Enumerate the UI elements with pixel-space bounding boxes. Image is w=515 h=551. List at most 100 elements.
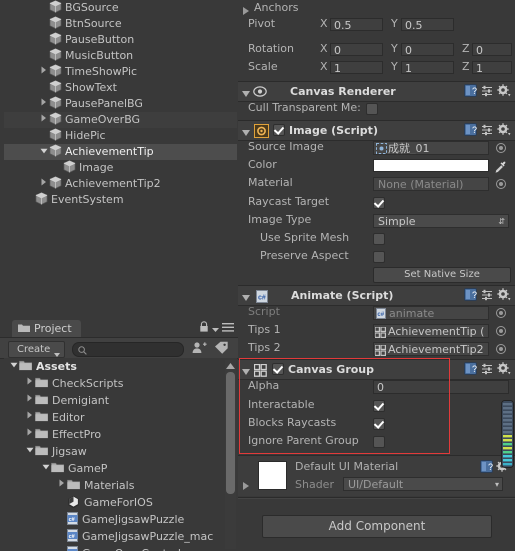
project-item-checkscripts[interactable]: CheckScripts — [4, 375, 237, 392]
preserve-aspect-checkbox[interactable] — [373, 251, 385, 263]
inspector-scrollbar-thumb[interactable] — [501, 400, 514, 468]
chevron-right-icon[interactable] — [24, 392, 35, 408]
cull-transparent-checkbox[interactable] — [366, 103, 378, 115]
gear-icon[interactable] — [497, 123, 511, 139]
menu-icon[interactable] — [222, 322, 234, 335]
project-scrollbar-thumb[interactable] — [226, 372, 235, 494]
help-icon[interactable]: ? — [480, 460, 493, 476]
preset-icon[interactable] — [481, 363, 493, 378]
project-item-jigsaw[interactable]: Jigsaw — [4, 443, 237, 460]
pivot-row[interactable]: Pivot X 0.5 Y 0.5 — [238, 17, 515, 34]
color-swatch[interactable] — [373, 159, 489, 172]
chevron-right-icon[interactable] — [24, 409, 35, 425]
script-picker[interactable] — [496, 308, 506, 318]
blocks-raycasts-checkbox[interactable] — [373, 418, 385, 430]
use-sprite-mesh-row[interactable]: Use Sprite Mesh — [238, 231, 515, 248]
rotation-z-field[interactable]: 0 — [472, 43, 512, 57]
material-row[interactable]: Material None (Material) — [238, 176, 515, 194]
chevron-down-icon[interactable] — [242, 126, 250, 139]
chevron-down-icon[interactable] — [24, 443, 35, 459]
project-item-effectpro[interactable]: EffectPro — [4, 426, 237, 443]
chevron-down-icon[interactable] — [242, 365, 250, 378]
preserve-aspect-row[interactable]: Preserve Aspect — [238, 249, 515, 266]
chevron-down-icon[interactable] — [242, 87, 250, 100]
chevron-down-icon[interactable] — [40, 460, 51, 476]
hierarchy-item-achievementtip2[interactable]: AchievementTip2 — [4, 176, 237, 192]
hierarchy-item-gameoverbg[interactable]: GameOverBG — [4, 112, 237, 128]
image-enabled-checkbox[interactable] — [273, 124, 285, 136]
raycast-target-checkbox[interactable] — [373, 197, 385, 209]
chevron-down-icon[interactable] — [212, 322, 219, 335]
chevron-right-icon[interactable] — [38, 64, 49, 80]
rotation-row[interactable]: Rotation X 0 Y 0 Z 0 — [238, 42, 515, 59]
hierarchy-item-pausepanelbg[interactable]: PausePanelBG — [4, 96, 237, 112]
alpha-field[interactable]: 0 — [373, 380, 509, 394]
raycast-target-row[interactable]: Raycast Target — [238, 195, 515, 212]
hierarchy-item-achievementtip[interactable]: AchievementTip — [4, 144, 237, 160]
tips2-row[interactable]: Tips 2 AchievementTip2 — [238, 341, 515, 359]
add-component-button[interactable]: Add Component — [262, 515, 492, 538]
gear-icon[interactable] — [497, 84, 511, 100]
source-image-field[interactable]: 成就_01 — [373, 141, 489, 155]
project-item-gameovercontrol[interactable]: c# GameOverControl — [4, 545, 237, 551]
chevron-right-icon[interactable] — [243, 480, 249, 493]
ignore-parent-group-checkbox[interactable] — [373, 436, 385, 448]
tips2-field[interactable]: AchievementTip2 — [373, 342, 489, 356]
hierarchy-item-pausebutton[interactable]: PauseButton — [4, 32, 237, 48]
project-item-assets[interactable]: Assets — [4, 358, 237, 375]
chevron-right-icon[interactable] — [24, 375, 35, 391]
hierarchy-item-bgsource[interactable]: BGSource — [4, 0, 237, 16]
asset-filter-icon[interactable] — [190, 339, 210, 357]
source-image-picker[interactable] — [496, 143, 506, 153]
cull-transparent-row[interactable]: Cull Transparent Me: — [238, 101, 515, 118]
preset-icon[interactable] — [481, 289, 493, 304]
tips1-field[interactable]: AchievementTip ( — [373, 324, 489, 338]
shader-dropdown[interactable]: UI/Default ▾ — [343, 477, 503, 491]
help-icon[interactable]: ? — [464, 362, 477, 378]
chevron-right-icon[interactable] — [38, 112, 49, 128]
image-type-row[interactable]: Image Type Simple ⇵ — [238, 213, 515, 230]
gear-icon[interactable] — [497, 288, 511, 304]
preset-icon[interactable] — [481, 85, 493, 100]
material-field[interactable]: None (Material) — [373, 177, 489, 191]
tab-project[interactable]: Project — [12, 320, 81, 337]
pivot-x-field[interactable]: 0.5 — [330, 18, 383, 32]
anchors-row[interactable]: Anchors — [238, 0, 515, 17]
gear-icon[interactable] — [497, 362, 511, 378]
component-header-image-script[interactable]: Image (Script) ? — [238, 120, 515, 141]
hierarchy-item-btnsource[interactable]: BtnSource — [4, 16, 237, 32]
lock-icon[interactable] — [199, 320, 209, 336]
scale-row[interactable]: Scale X 1 Y 1 Z 1 — [238, 60, 515, 77]
tips1-picker[interactable] — [496, 326, 506, 336]
chevron-down-icon[interactable] — [242, 291, 250, 304]
project-scrollbar[interactable] — [225, 360, 236, 549]
project-asset-list[interactable]: Assets CheckScripts Demigiant Editor EffectP… — [4, 358, 237, 551]
color-row[interactable]: Color — [238, 158, 515, 176]
interactable-checkbox[interactable] — [373, 400, 385, 412]
create-button[interactable]: Create — [8, 341, 66, 358]
chevron-down-icon[interactable] — [38, 144, 49, 160]
chevron-down-icon[interactable] — [8, 358, 19, 374]
set-native-size-button[interactable]: Set Native Size — [373, 267, 511, 283]
tips2-picker[interactable] — [496, 344, 506, 354]
hierarchy-item-eventsystem[interactable]: EventSystem — [4, 192, 237, 208]
pivot-y-field[interactable]: 0.5 — [401, 18, 454, 32]
hierarchy-item-showtext[interactable]: ShowText — [4, 80, 237, 96]
component-header-canvas-renderer[interactable]: Canvas Renderer ? — [238, 81, 515, 102]
project-search-input[interactable] — [72, 342, 184, 357]
alpha-row[interactable]: Alpha 0 — [238, 379, 515, 397]
chevron-right-icon[interactable] — [38, 176, 49, 192]
eyedropper-icon[interactable] — [493, 161, 507, 177]
use-sprite-mesh-checkbox[interactable] — [373, 233, 385, 245]
chevron-right-icon[interactable] — [56, 477, 67, 493]
interactable-row[interactable]: Interactable — [238, 398, 515, 415]
scale-y-field[interactable]: 1 — [401, 61, 454, 75]
hierarchy-item-image[interactable]: Image — [4, 160, 237, 176]
source-image-row[interactable]: Source Image 成就_01 — [238, 140, 515, 158]
project-item-gamep[interactable]: GameP — [4, 460, 237, 477]
chevron-right-icon[interactable] — [38, 96, 49, 112]
project-item-gamejigsawpuzzle[interactable]: c# GameJigsawPuzzle — [4, 511, 237, 528]
project-item-gamejigsawpuzzle_mac[interactable]: c# GameJigsawPuzzle_mac — [4, 528, 237, 545]
tips1-row[interactable]: Tips 1 AchievementTip ( — [238, 323, 515, 341]
help-icon[interactable]: ? — [464, 123, 477, 139]
